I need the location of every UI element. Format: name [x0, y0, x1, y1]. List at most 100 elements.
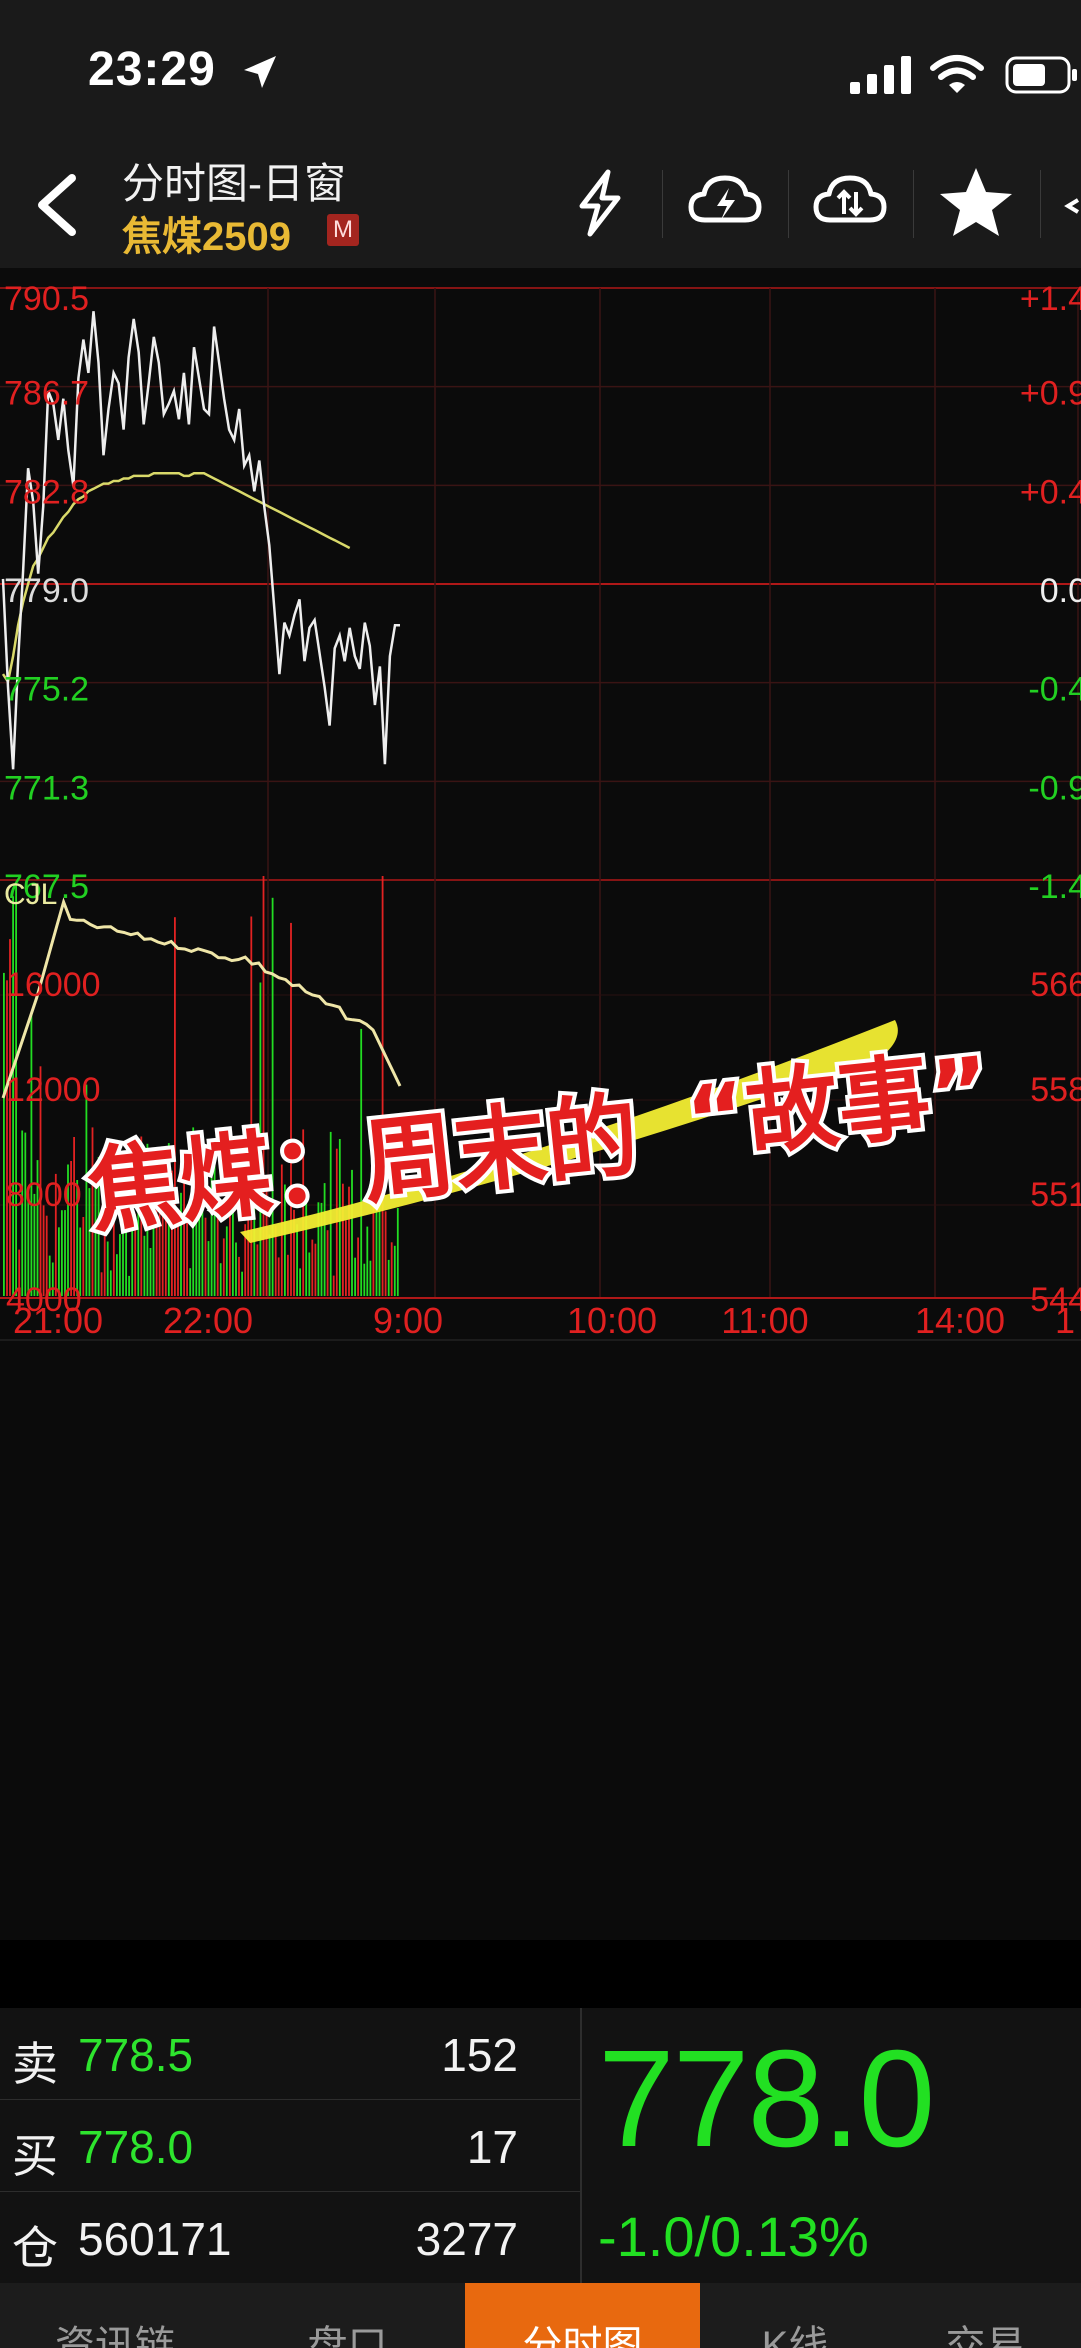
volume-bar — [287, 1254, 289, 1296]
tab-intraday[interactable]: 分时图 — [465, 2283, 700, 2348]
volume-bar — [290, 922, 292, 1296]
volume-bar — [256, 1244, 259, 1296]
volume-bar — [393, 1245, 396, 1296]
bid-volume: 17 — [466, 2121, 518, 2173]
volume-bar — [109, 1270, 112, 1296]
volume-bar — [357, 1237, 359, 1296]
time-tick: 1 — [1055, 1300, 1075, 1341]
volume-bar — [326, 1230, 329, 1296]
caption-overlay: 焦煤：周末的 “故事” — [79, 1020, 1000, 1250]
cloud-sync-icon[interactable] — [810, 162, 890, 242]
quote-divider — [580, 2008, 582, 2283]
open-interest-change: 3277 — [415, 2213, 518, 2265]
volume-bar — [6, 980, 8, 1296]
chart-canvas: 790.5786.7782.8779.0775.2771.3767.5+1.4+… — [0, 280, 1081, 1341]
tab-trade[interactable]: 交易 — [890, 2283, 1081, 2348]
price-tick-right: -0.9 — [1028, 769, 1081, 807]
cloud-lightning-icon[interactable] — [685, 162, 765, 242]
volume-bar — [189, 1268, 192, 1296]
time-tick: 21:00 — [13, 1300, 103, 1341]
volume-bar — [85, 1084, 88, 1296]
bid-row: 买 778.0 17 — [0, 2100, 580, 2192]
status-time: 23:29 — [88, 43, 216, 96]
price-tick-left: 779.0 — [4, 572, 89, 610]
volume-bar — [73, 1137, 75, 1296]
more-icon[interactable] — [1058, 162, 1081, 242]
volume-bar — [366, 1226, 369, 1296]
volume-bar — [345, 1220, 347, 1296]
open-interest-row: 仓 560171 3277 — [0, 2192, 580, 2283]
volume-bar — [149, 1248, 152, 1296]
nav-divider — [913, 170, 914, 238]
volume-tick-right: 566 — [1030, 966, 1081, 1004]
location-arrow-icon — [244, 56, 276, 88]
volume-bar — [296, 1224, 298, 1296]
nav-divider — [788, 170, 789, 238]
volume-bar — [387, 1259, 390, 1296]
volume-bar — [174, 917, 176, 1296]
price-tick-left: 782.8 — [4, 473, 89, 511]
bid-price: 778.0 — [78, 2121, 194, 2173]
cellular-signal-icon — [850, 56, 911, 94]
bid-label: 买 — [12, 2130, 58, 2182]
lightning-icon[interactable] — [560, 162, 640, 242]
volume-bar — [369, 1260, 372, 1296]
time-tick: 10:00 — [567, 1300, 657, 1341]
volume-bar — [219, 1263, 222, 1296]
volume-bar — [30, 1011, 33, 1296]
ask-price: 778.5 — [78, 2029, 194, 2081]
volume-bar — [207, 1241, 210, 1296]
nav-divider — [662, 170, 663, 238]
volume-bar — [299, 1268, 301, 1296]
star-icon[interactable] — [936, 162, 1016, 242]
volume-bar — [268, 1234, 271, 1296]
volume-bar — [311, 1239, 314, 1296]
price-tick-right: 0.0 — [1040, 572, 1081, 610]
last-price: 778.0 — [598, 2022, 935, 2176]
volume-bar — [106, 1241, 109, 1296]
volume-axis-label: CJL — [4, 878, 57, 911]
tab-bar: 资讯链 盘口 分时图 K线 交易 — [0, 2283, 1081, 2348]
volume-bar — [241, 1271, 243, 1296]
nav-bar: 分时图-日窗 焦煤2509 M — [0, 140, 1081, 268]
ask-volume: 152 — [441, 2029, 518, 2081]
volume-bar — [225, 1226, 228, 1296]
volume-bar — [100, 1272, 103, 1296]
price-tick-right: +0.4 — [1020, 473, 1081, 511]
price-tick-left: 775.2 — [4, 671, 89, 709]
volume-bar — [82, 1217, 85, 1296]
time-tick: 14:00 — [915, 1300, 1005, 1341]
tab-order-book[interactable]: 盘口 — [230, 2283, 465, 2348]
volume-tick-right: 551 — [1030, 1176, 1081, 1214]
caption-main: 焦煤：周末的 — [83, 1082, 643, 1246]
time-tick: 11:00 — [721, 1300, 808, 1341]
price-tick-left: 790.5 — [4, 280, 89, 318]
volume-bar — [277, 1257, 280, 1296]
caption-quoted: “故事” — [681, 1037, 995, 1175]
ask-row: 卖 778.5 152 — [0, 2008, 580, 2100]
back-arrow-icon[interactable] — [28, 170, 84, 240]
volume-tick-left: 12000 — [6, 1071, 101, 1109]
volume-bar — [238, 1256, 240, 1296]
volume-tick-left: 8000 — [6, 1176, 82, 1214]
symbol-name: 焦煤2509 — [122, 215, 291, 259]
volume-bar — [235, 1242, 237, 1296]
volume-bar — [354, 1257, 356, 1296]
time-tick: 22:00 — [163, 1300, 253, 1341]
price-tick-left: 771.3 — [4, 769, 89, 807]
price-tick-left: 786.7 — [4, 375, 89, 413]
volume-bar — [222, 1238, 225, 1296]
intraday-chart[interactable]: 790.5 786.7 782.8 779.0 775.2 771.3 767.5 +1.4 +… — [0, 268, 1081, 1940]
volume-bar — [24, 1132, 27, 1296]
quote-panel: 卖 778.5 152 买 778.0 17 仓 560171 3277 778… — [0, 2008, 1081, 2283]
price-tick-right: +1.4 — [1020, 280, 1081, 318]
open-interest-label: 仓 — [12, 2222, 58, 2274]
volume-bar — [143, 1235, 146, 1296]
price-tick-right: -0.4 — [1028, 671, 1081, 709]
volume-bar — [314, 1243, 317, 1296]
wifi-icon — [930, 55, 984, 93]
tab-news-chain[interactable]: 资讯链 — [0, 2283, 230, 2348]
tab-kline[interactable]: K线 — [700, 2283, 890, 2348]
price-change: -1.0/0.13% — [598, 2205, 869, 2268]
volume-bar — [332, 1275, 335, 1296]
